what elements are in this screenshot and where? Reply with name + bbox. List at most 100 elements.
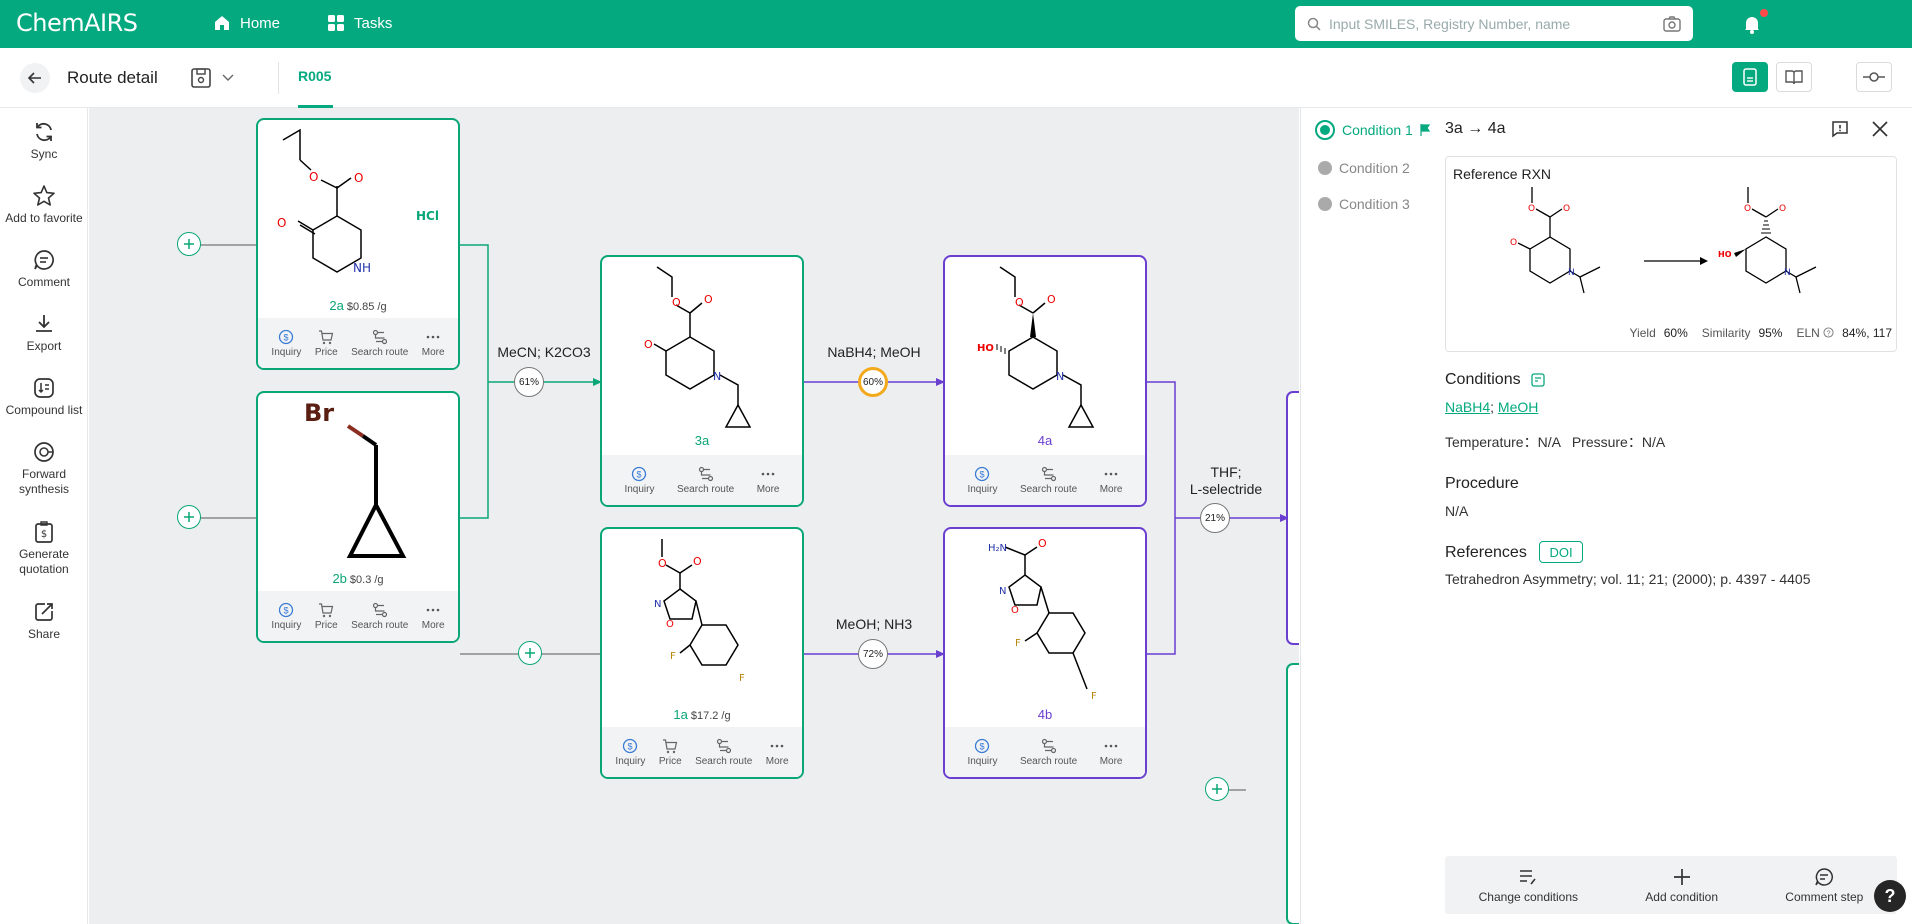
help-circle-icon[interactable]: ? bbox=[1823, 327, 1834, 338]
search-route-button[interactable]: Search route bbox=[695, 738, 752, 767]
nav-home[interactable]: Home bbox=[212, 12, 280, 34]
panel-header-actions bbox=[1831, 120, 1889, 138]
condition-tab-2[interactable]: Condition 2 bbox=[1318, 160, 1410, 176]
reagent-link[interactable]: NaBH4 bbox=[1445, 399, 1490, 415]
reaction-yield-badge-selected[interactable]: 60% bbox=[858, 367, 888, 397]
edit-conditions-icon[interactable] bbox=[1530, 373, 1545, 387]
add-condition-button[interactable]: Add condition bbox=[1645, 867, 1718, 904]
inquiry-button[interactable]: $ Inquiry bbox=[615, 738, 645, 767]
nav-tasks[interactable]: Tasks bbox=[326, 12, 392, 34]
doi-button[interactable]: DOI bbox=[1539, 541, 1583, 563]
ellipsis-icon bbox=[761, 472, 775, 475]
search-route-button[interactable]: Search route bbox=[1020, 466, 1077, 495]
search-route-button[interactable]: Search route bbox=[351, 329, 408, 358]
more-button[interactable]: More bbox=[422, 602, 445, 631]
card-actions: $ Inquiry Price Search route More bbox=[258, 591, 458, 641]
sidebar-item-comment[interactable]: Comment bbox=[0, 248, 88, 290]
price-button[interactable]: Price bbox=[659, 738, 682, 767]
molecule-structure: O O HO N bbox=[977, 266, 1095, 428]
price-button[interactable]: Price bbox=[315, 602, 338, 631]
more-button[interactable]: More bbox=[766, 738, 789, 767]
route-canvas[interactable]: MeCN; K2CO3 61% NaBH4; MeOH 60% MeOH; NH… bbox=[89, 108, 1299, 924]
divider bbox=[278, 62, 279, 94]
condition-tab-1[interactable]: Condition 1 bbox=[1315, 120, 1430, 140]
price-button[interactable]: Price bbox=[315, 329, 338, 358]
search-route-button[interactable]: Search route bbox=[351, 602, 408, 631]
layout-button[interactable] bbox=[1856, 62, 1892, 92]
action-label: Search route bbox=[676, 483, 735, 495]
svg-text:O: O bbox=[1744, 204, 1751, 214]
compound-card-4b[interactable]: H₂N O N O F F 4b $ Inquiry Search route M… bbox=[943, 527, 1147, 779]
reference-reaction-box[interactable]: Reference RXN O O O N O O HO N Yield 60%… bbox=[1445, 156, 1897, 352]
condition-label: Condition 2 bbox=[1339, 160, 1410, 176]
search-route-button[interactable]: Search route bbox=[1020, 738, 1077, 767]
sidebar-item-forward-synthesis[interactable]: Forward synthesis bbox=[0, 440, 88, 497]
compound-card-2b[interactable]: Br 2b $0.3 /g $ Inquiry Price Search route… bbox=[256, 391, 460, 643]
svg-text:O: O bbox=[1038, 537, 1047, 550]
reaction-conditions-label[interactable]: THF; L-selectride bbox=[1176, 464, 1276, 498]
similarity-stat: Similarity 95% bbox=[1702, 326, 1783, 340]
book-view-button[interactable] bbox=[1776, 62, 1812, 92]
compound-label: 1a $17.2 /g bbox=[602, 707, 802, 722]
add-precursor-button[interactable] bbox=[177, 505, 201, 529]
search-input[interactable] bbox=[1329, 15, 1663, 32]
inquiry-button[interactable]: $ Inquiry bbox=[967, 738, 997, 767]
condition-tab-3[interactable]: Condition 3 bbox=[1318, 196, 1410, 212]
reaction-yield-badge[interactable]: 61% bbox=[514, 367, 544, 397]
inquiry-button[interactable]: $ Inquiry bbox=[271, 329, 301, 358]
compound-card-2a[interactable]: O O O NH HCl 2a $0.85 /g $ Inquiry Price S… bbox=[256, 118, 460, 370]
reaction-conditions-label[interactable]: MeOH; NH3 bbox=[819, 616, 929, 633]
add-precursor-button[interactable] bbox=[518, 641, 542, 665]
sidebar-item-quotation[interactable]: $ Generate quotation bbox=[0, 520, 88, 577]
reaction-conditions-label[interactable]: MeCN; K2CO3 bbox=[494, 344, 594, 361]
inquiry-button[interactable]: $ Inquiry bbox=[967, 466, 997, 495]
compound-card-1a[interactable]: O O N O F F 1a $17.2 /g $ Inquiry Price Se… bbox=[600, 527, 804, 779]
reaction-yield-badge[interactable]: 21% bbox=[1200, 503, 1230, 533]
sidebar-item-sync[interactable]: Sync bbox=[0, 120, 88, 162]
sync-icon bbox=[36, 122, 52, 142]
camera-icon[interactable] bbox=[1663, 15, 1681, 32]
home-icon bbox=[215, 16, 229, 30]
more-button[interactable]: More bbox=[757, 466, 779, 495]
close-icon[interactable] bbox=[1871, 120, 1889, 138]
sidebar-item-label: Compound list bbox=[5, 403, 83, 417]
sub-header: Route detail R005 bbox=[0, 48, 1912, 108]
sidebar-item-compound-list[interactable]: Compound list bbox=[0, 376, 88, 418]
more-button[interactable]: More bbox=[422, 329, 445, 358]
help-button[interactable]: ? bbox=[1874, 880, 1906, 912]
add-precursor-button[interactable] bbox=[177, 232, 201, 256]
star-icon bbox=[33, 185, 55, 206]
more-button[interactable]: More bbox=[1100, 738, 1122, 767]
detail-view-button[interactable] bbox=[1732, 62, 1768, 92]
reaction-conditions-label[interactable]: NaBH4; MeOH bbox=[819, 344, 929, 361]
stat-value: 60% bbox=[1663, 326, 1688, 340]
eln-stat[interactable]: ELN ? 84%, 117 bbox=[1796, 326, 1892, 340]
inquiry-button[interactable]: $ Inquiry bbox=[271, 602, 301, 631]
compound-card-3a[interactable]: O O O N 3a $ Inquiry Search route More bbox=[600, 255, 804, 507]
flag-icon bbox=[1420, 124, 1430, 136]
add-precursor-button[interactable] bbox=[1205, 777, 1229, 801]
action-label: Inquiry bbox=[967, 483, 998, 495]
sidebar-item-favorite[interactable]: Add to favorite bbox=[0, 184, 88, 226]
condition-label: Condition 3 bbox=[1339, 196, 1410, 212]
change-conditions-button[interactable]: Change conditions bbox=[1479, 867, 1578, 904]
more-button[interactable]: More bbox=[1100, 466, 1122, 495]
save-dropdown[interactable] bbox=[190, 65, 240, 91]
compound-id: 1a bbox=[673, 707, 688, 722]
back-button[interactable] bbox=[20, 63, 50, 93]
inquiry-button[interactable]: $ Inquiry bbox=[624, 466, 654, 495]
tab-r005[interactable]: R005 bbox=[298, 68, 331, 84]
sidebar-item-share[interactable]: Share bbox=[0, 600, 88, 642]
reagent-link[interactable]: MeOH bbox=[1498, 399, 1538, 415]
card-actions: $ Inquiry Search route More bbox=[945, 455, 1145, 505]
compound-card-4a[interactable]: O O HO N 4a $ Inquiry Search route More bbox=[943, 255, 1147, 507]
comment-step-button[interactable]: Comment step bbox=[1785, 867, 1863, 904]
reaction-yield-badge[interactable]: 72% bbox=[858, 639, 888, 669]
compound-id: 2a bbox=[329, 298, 344, 313]
svg-text:HCl: HCl bbox=[416, 209, 439, 223]
search-icon bbox=[1307, 17, 1321, 31]
sidebar-item-export[interactable]: Export bbox=[0, 312, 88, 354]
app-logo[interactable]: ChemAIRS bbox=[16, 9, 138, 37]
feedback-icon[interactable] bbox=[1831, 120, 1849, 138]
search-route-button[interactable]: Search route bbox=[677, 466, 734, 495]
